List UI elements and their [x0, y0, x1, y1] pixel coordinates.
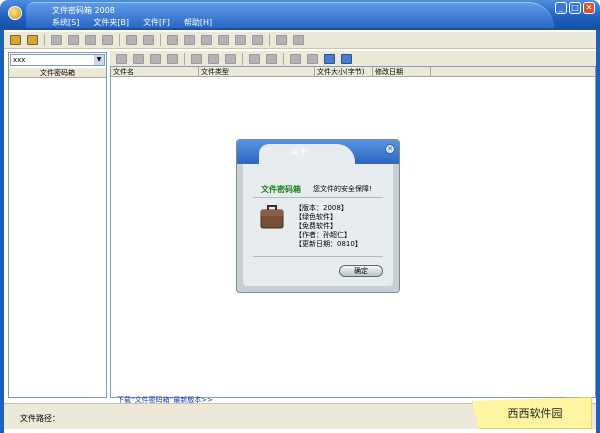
- folder-copy-icon[interactable]: [252, 35, 263, 45]
- toolbar-separator: [160, 34, 161, 46]
- page-icon[interactable]: [150, 54, 161, 64]
- menu-bar: 系统[S] 文件夹[B] 文件[F] 帮助[H]: [52, 17, 226, 28]
- column-file-size[interactable]: 文件大小(字节): [315, 67, 373, 76]
- watermark: 西西软件园: [472, 397, 592, 429]
- app-name: 文件密码箱: [261, 185, 301, 194]
- about-dialog: 关于 ✕ 文件密码箱 您文件的安全保障! 【版本：2008】 【绿色软件】 【免…: [236, 139, 400, 293]
- folder-up-icon[interactable]: [218, 35, 229, 45]
- toolbar-separator: [269, 34, 270, 46]
- app-slogan: 您文件的安全保障!: [313, 185, 372, 193]
- move-left-icon[interactable]: [249, 54, 260, 64]
- info-icon[interactable]: [341, 54, 352, 64]
- info-green: 【绿色软件】: [295, 213, 337, 221]
- folder-icon[interactable]: [201, 35, 212, 45]
- file-path-label: 文件路径：: [20, 414, 60, 423]
- tree-header: 文件密码箱: [9, 68, 106, 78]
- menu-help[interactable]: 帮助[H]: [184, 17, 212, 28]
- folder-lock-icon[interactable]: [27, 35, 38, 45]
- ok-button[interactable]: 确定: [339, 265, 383, 277]
- briefcase-icon: [260, 205, 284, 229]
- paste-icon[interactable]: [225, 54, 236, 64]
- stop-icon[interactable]: [276, 35, 287, 45]
- folder-open-icon[interactable]: [10, 35, 21, 45]
- move-icon[interactable]: [167, 54, 178, 64]
- about-dialog-tab: [259, 144, 355, 164]
- toolbar-separator: [242, 53, 243, 65]
- file-icon[interactable]: [51, 35, 62, 45]
- box-open-icon[interactable]: [184, 35, 195, 45]
- folder-tree-panel: xxx ▼ 文件密码箱: [8, 52, 107, 398]
- minimize-button[interactable]: _: [555, 2, 567, 14]
- close-button[interactable]: ✕: [583, 2, 595, 14]
- about-dialog-body: 文件密码箱 您文件的安全保障! 【版本：2008】 【绿色软件】 【免费软件】 …: [243, 164, 393, 286]
- info-version: 【版本：2008】: [295, 204, 348, 212]
- chevron-down-icon[interactable]: ▼: [94, 55, 104, 65]
- column-file-name[interactable]: 文件名: [111, 67, 199, 76]
- info-author: 【作者：孙超仁】: [295, 231, 351, 239]
- divider: [253, 197, 383, 198]
- column-file-type[interactable]: 文件类型: [199, 67, 315, 76]
- column-modified-date[interactable]: 修改日期: [373, 67, 431, 76]
- cut-icon[interactable]: [85, 35, 96, 45]
- toolbar-separator: [119, 34, 120, 46]
- drive-select[interactable]: xxx ▼: [10, 54, 105, 66]
- file-list-header: 文件名 文件类型 文件大小(字节) 修改日期: [111, 67, 595, 77]
- info-update-date: 【更新日期：0810】: [295, 240, 362, 248]
- menu-folder[interactable]: 文件夹[B]: [93, 17, 129, 28]
- toolbar-separator: [44, 34, 45, 46]
- play-icon[interactable]: [116, 54, 127, 64]
- window-title: 文件密码箱 2008: [52, 6, 115, 15]
- app-icon: [8, 6, 22, 20]
- edit-icon[interactable]: [307, 54, 318, 64]
- page-icon[interactable]: [126, 35, 137, 45]
- version-info: 【版本：2008】 【绿色软件】 【免费软件】 【作者：孙超仁】 【更新日期：0…: [295, 204, 362, 249]
- next-icon[interactable]: [133, 54, 144, 64]
- about-dialog-title: 关于: [291, 148, 307, 157]
- pages-icon[interactable]: [143, 35, 154, 45]
- arrow-right-icon[interactable]: [102, 35, 113, 45]
- menu-file[interactable]: 文件[F]: [143, 17, 170, 28]
- move-right-icon[interactable]: [266, 54, 277, 64]
- maximize-button[interactable]: □: [569, 2, 581, 14]
- window-frame-right: [596, 30, 600, 433]
- divider: [253, 256, 383, 257]
- mail-icon[interactable]: [290, 54, 301, 64]
- toolbar-separator: [283, 53, 284, 65]
- info-free: 【免费软件】: [295, 222, 337, 230]
- menu-system[interactable]: 系统[S]: [52, 17, 79, 28]
- drive-select-value: xxx: [13, 56, 26, 64]
- title-bar: 文件密码箱 2008 系统[S] 文件夹[B] 文件[F] 帮助[H] _ □ …: [0, 0, 600, 30]
- window-frame-left: [0, 30, 4, 433]
- folder-move-icon[interactable]: [235, 35, 246, 45]
- cut-icon[interactable]: [191, 54, 202, 64]
- square-icon[interactable]: [293, 35, 304, 45]
- toolbar-separator: [184, 53, 185, 65]
- help-icon[interactable]: [324, 54, 335, 64]
- copy-icon[interactable]: [208, 54, 219, 64]
- close-icon[interactable]: ✕: [385, 144, 395, 154]
- box-icon[interactable]: [167, 35, 178, 45]
- main-toolbar: [4, 32, 596, 49]
- copy-icon[interactable]: [68, 35, 79, 45]
